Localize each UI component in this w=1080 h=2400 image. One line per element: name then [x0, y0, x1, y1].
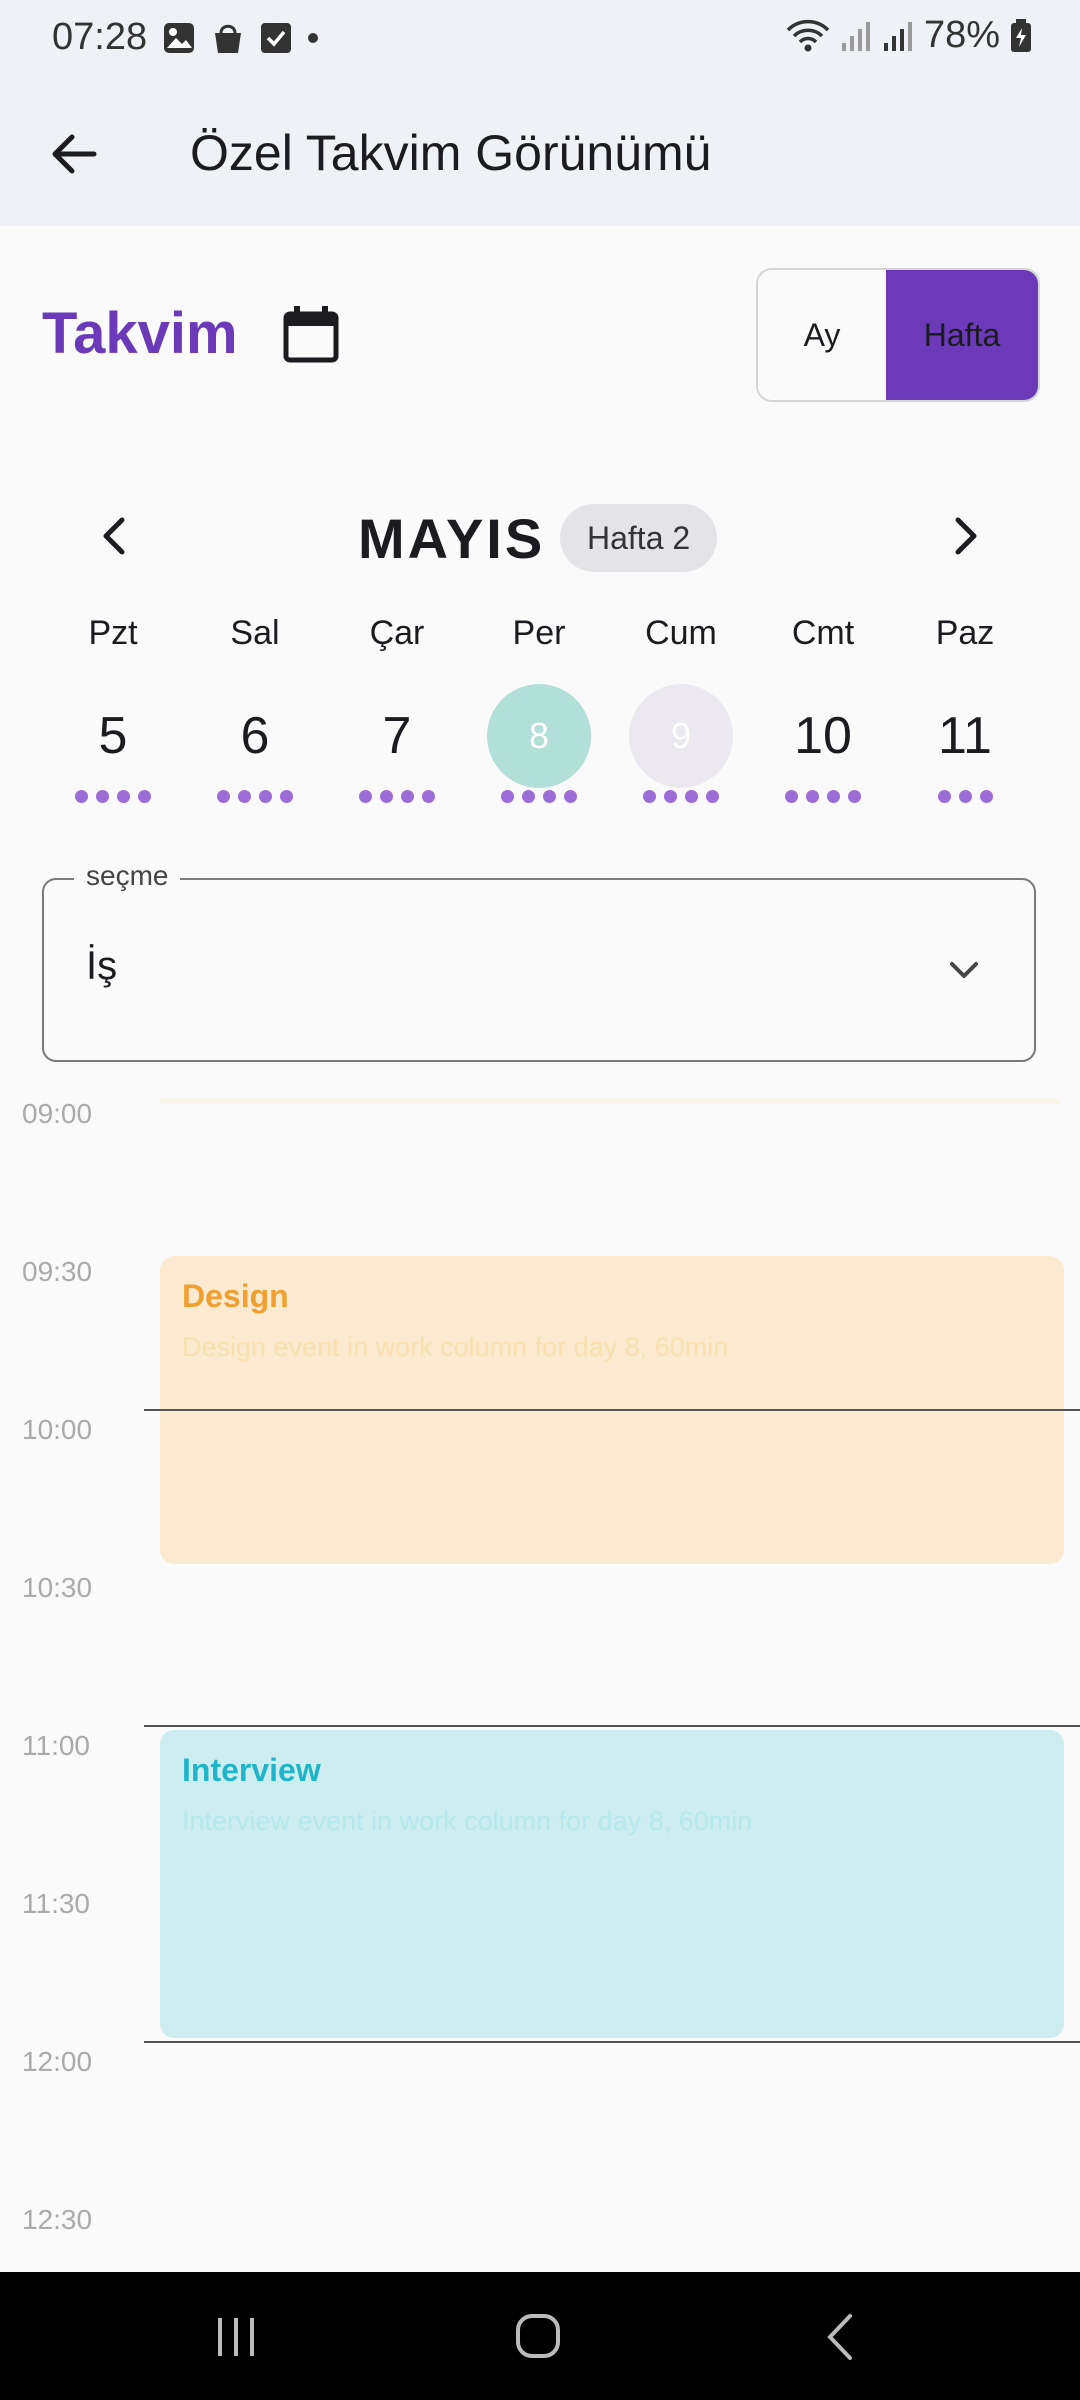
day-number: 10 [794, 707, 852, 765]
system-nav-bar [0, 2272, 1080, 2400]
chevron-left-icon[interactable] [94, 514, 134, 558]
chevron-right-icon[interactable] [946, 514, 986, 558]
select-label: seçme [74, 860, 181, 892]
hour-divider [144, 2041, 1080, 2043]
time-label: 09:30 [22, 1256, 93, 1287]
event-dots [205, 790, 305, 803]
month-view-button[interactable]: Ay [758, 270, 886, 400]
hour-divider [144, 1725, 1080, 1727]
day-name: Sal [230, 614, 280, 652]
day-name: Per [512, 614, 566, 652]
event-dots [489, 790, 589, 803]
event-dots [773, 790, 873, 803]
status-bar: 07:28 78% [0, 0, 1080, 80]
shopping-bag-icon [215, 24, 241, 53]
day-per[interactable]: Per 8 [487, 614, 591, 803]
home-icon[interactable] [514, 2312, 562, 2360]
event-dots [915, 790, 1015, 803]
time-label: 10:00 [22, 1414, 93, 1445]
day-number: 7 [382, 707, 412, 765]
day-number-selected: 8 [487, 684, 591, 788]
event-dots [347, 790, 447, 803]
day-number: 6 [240, 707, 270, 765]
event-dots [63, 790, 163, 803]
day-number-today: 9 [629, 684, 733, 788]
calendar-title: Takvim [42, 301, 238, 366]
chevron-down-icon [950, 962, 978, 978]
status-time: 07:28 [52, 16, 148, 58]
day-name: Pzt [88, 614, 138, 652]
day-name: Cmt [791, 614, 855, 652]
hour-divider [144, 1409, 1080, 1411]
event-title: Design [182, 1278, 289, 1314]
time-label: 10:30 [22, 1572, 93, 1603]
event-description: Design event in work column for day 8, 6… [182, 1332, 729, 1362]
select-value: İş [86, 944, 118, 988]
time-label: 11:30 [22, 1888, 90, 1919]
day-number: 11 [938, 707, 992, 765]
event-title: Interview [182, 1752, 321, 1788]
day-pzt[interactable]: Pzt 5 [63, 614, 163, 803]
month-navigator: MAYIS Hafta 2 [0, 500, 1080, 580]
week-badge: Hafta 2 [560, 504, 718, 572]
day-paz[interactable]: Paz 11 [915, 614, 1015, 803]
event-interview[interactable]: Interview Interview event in work column… [160, 1730, 1064, 2038]
gallery-icon [164, 23, 194, 53]
time-label: 11:00 [22, 1730, 90, 1761]
view-toggle: Ay Hafta [756, 268, 1040, 402]
page-title: Özel Takvim Görünümü [190, 125, 712, 181]
timeline-top-fade [160, 1098, 1060, 1104]
recent-apps-icon[interactable] [212, 2316, 260, 2358]
calendar-icon[interactable] [280, 304, 342, 366]
day-timeline: 09:00 09:30 10:00 10:30 11:00 11:30 12:0… [0, 1080, 1080, 2272]
more-dot-icon [308, 33, 318, 43]
signal-icon-2 [883, 21, 912, 51]
day-sal[interactable]: Sal 6 [205, 614, 305, 803]
battery-percent: 78% [923, 14, 1000, 56]
time-label: 12:30 [22, 2204, 93, 2235]
day-name: Cum [645, 614, 717, 652]
event-description: Interview event in work column for day 8… [182, 1806, 753, 1836]
day-car[interactable]: Çar 7 [347, 614, 447, 803]
back-arrow-icon[interactable] [44, 124, 104, 184]
wifi-icon [786, 19, 830, 51]
status-right: 78% [786, 14, 1032, 57]
day-cmt[interactable]: Cmt 10 [773, 614, 873, 803]
month-label: MAYIS [358, 507, 546, 570]
back-nav-icon[interactable] [822, 2312, 858, 2362]
day-name: Paz [935, 614, 995, 652]
day-cum[interactable]: Cum 9 [629, 614, 733, 803]
week-view-button[interactable]: Hafta [886, 270, 1038, 400]
notification-icons [162, 20, 320, 56]
battery-charging-icon [1011, 18, 1031, 52]
signal-icon-1 [841, 21, 870, 51]
checkbox-icon [261, 23, 291, 53]
day-name: Çar [369, 614, 425, 652]
event-dots [631, 790, 731, 803]
category-select[interactable]: seçme İş [42, 860, 1036, 1062]
time-label: 12:00 [22, 2046, 93, 2077]
time-label: 09:00 [22, 1098, 93, 1129]
day-number: 5 [98, 707, 128, 765]
app-bar: Özel Takvim Görünümü [0, 80, 1080, 226]
